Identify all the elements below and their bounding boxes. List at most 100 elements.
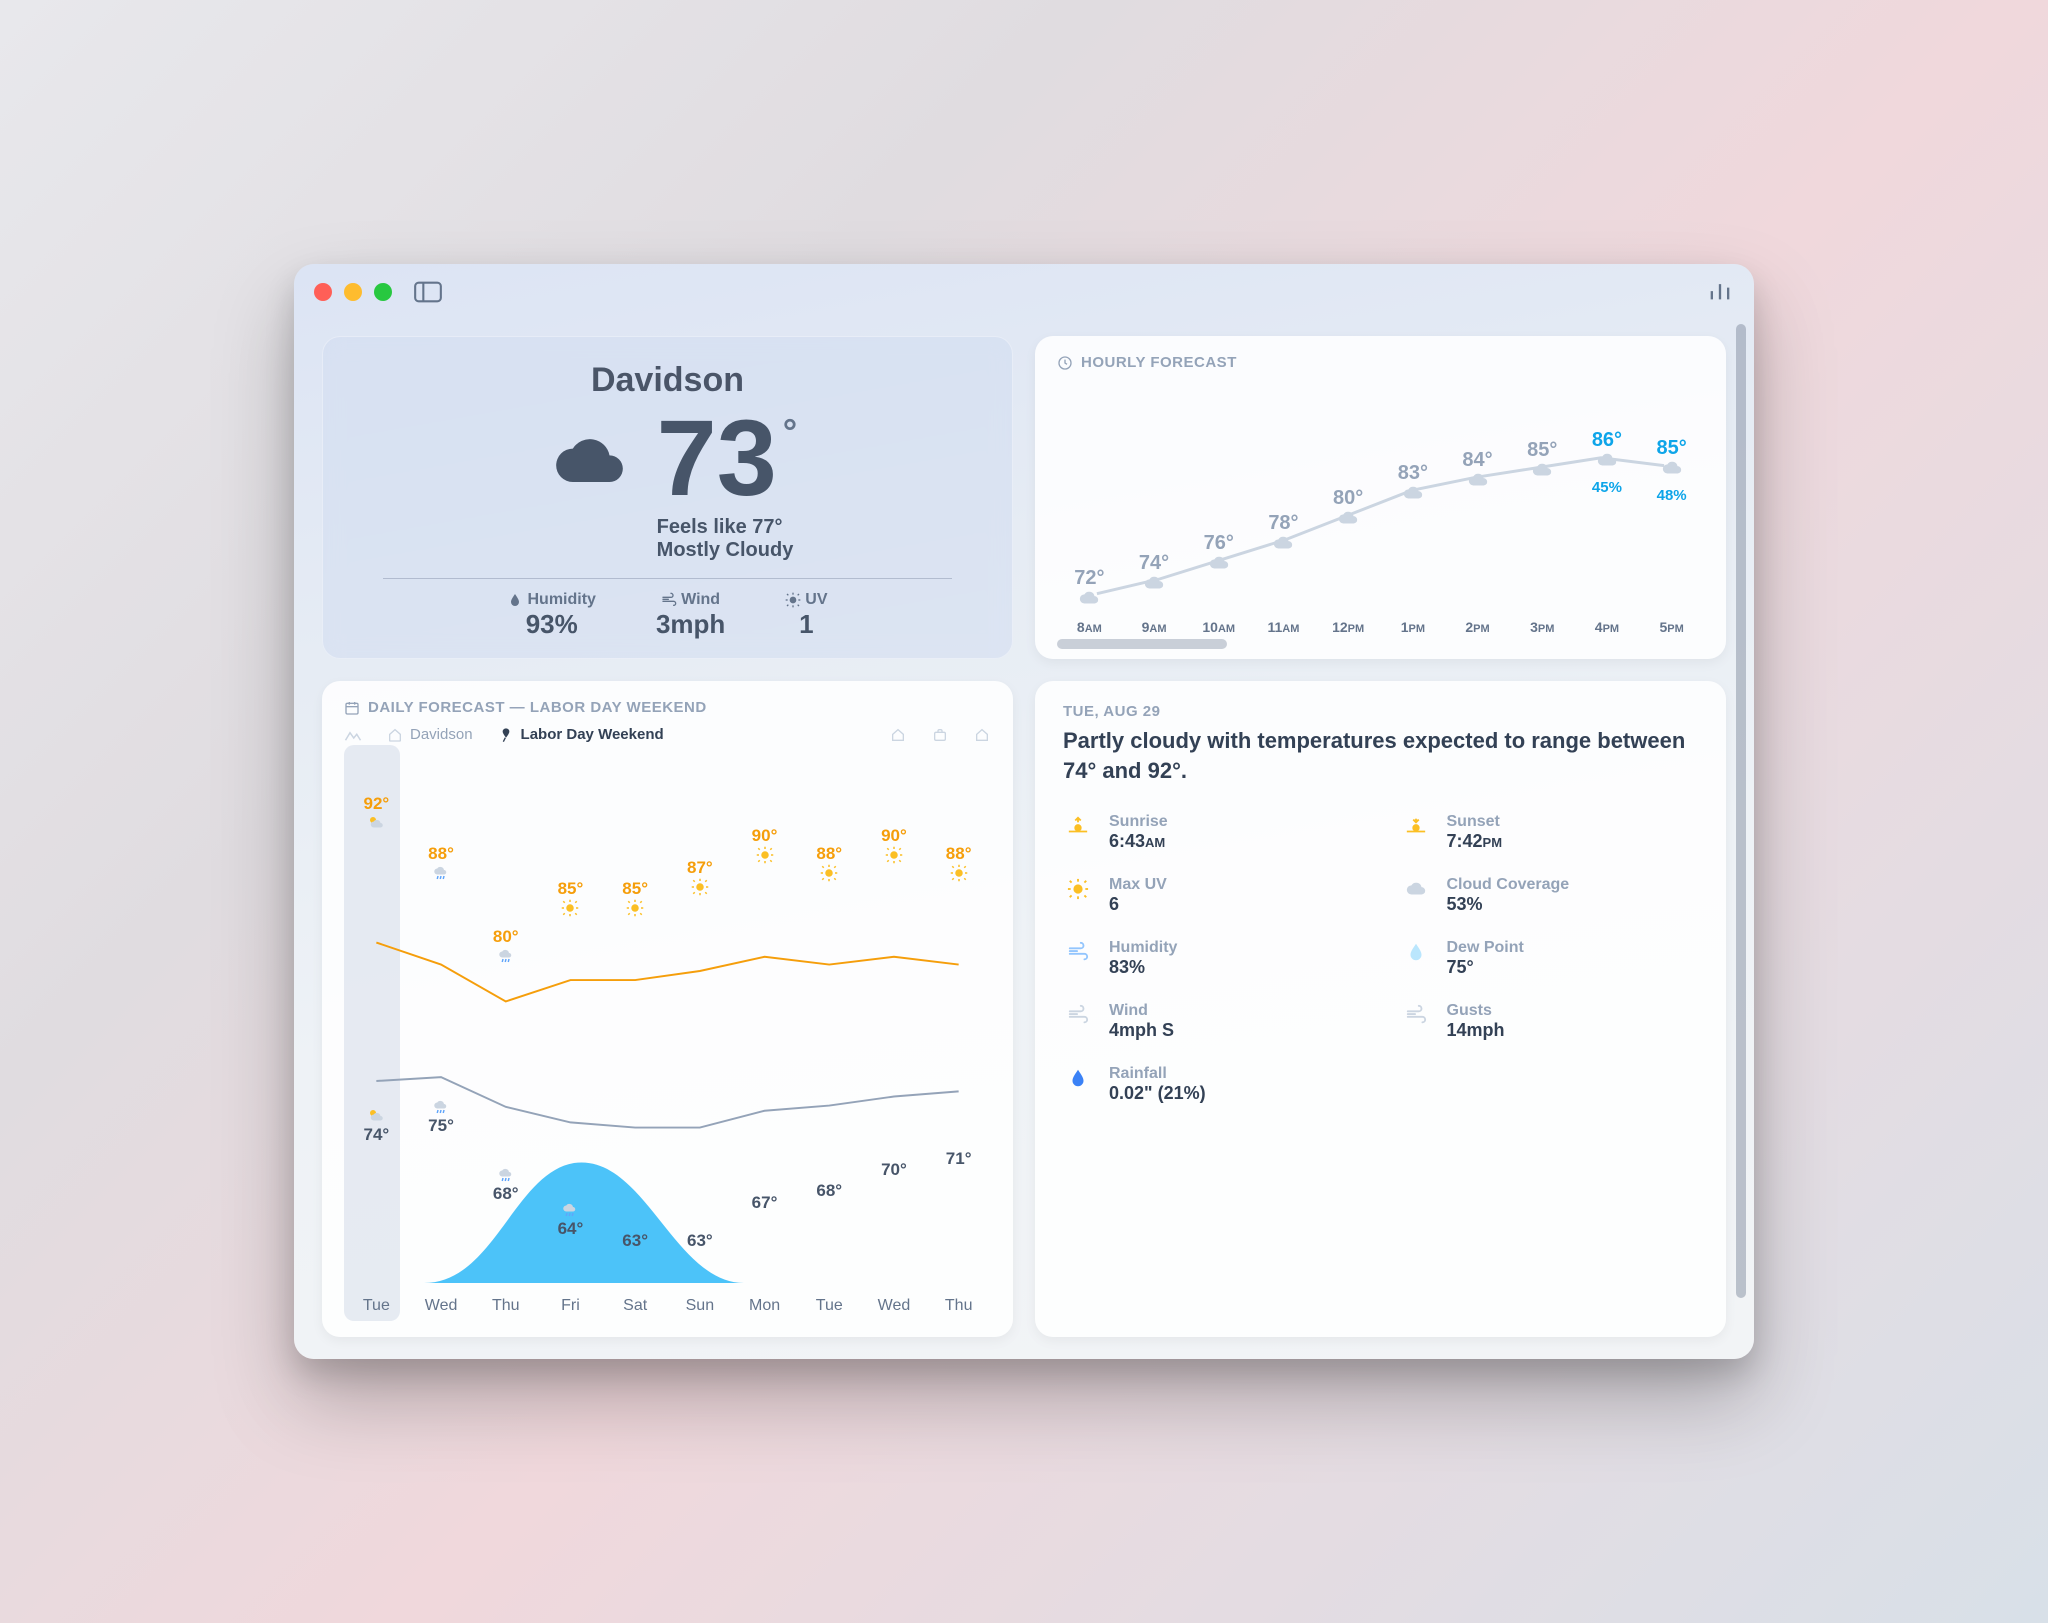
hour-precip: 48% [1639,487,1704,504]
divider [383,578,952,579]
daily-low-Mon[interactable]: 67° [732,1175,797,1213]
tab-mountains-icon[interactable] [344,727,362,743]
daily-high-Thu[interactable]: 88° [926,844,991,882]
sunrise-icon [1063,813,1093,837]
hour-col-3PM[interactable]: 85°3PM [1510,379,1575,635]
detail-date: TUE, AUG 29 [1063,703,1698,720]
day-label-Tue[interactable]: Tue [344,1297,409,1315]
feels-like: Feels like 77° [657,516,794,539]
hour-time: 1PM [1381,619,1446,635]
location-name: Davidson [363,361,972,400]
dewpoint-icon [1401,939,1431,963]
daily-forecast-card: DAILY FORECAST — LABOR DAY WEEKEND David… [322,681,1013,1337]
daily-high-Sat[interactable]: 85° [603,879,668,917]
tab-location[interactable]: Davidson [386,726,473,743]
daily-low-Sat[interactable]: 63° [603,1213,668,1251]
close-window-button[interactable] [314,283,332,301]
current-conditions-card: Davidson 73° Feels like 77° Mostly Cloud… [322,336,1013,659]
hour-time: 2PM [1445,619,1510,635]
content-area: Davidson 73° Feels like 77° Mostly Cloud… [294,320,1754,1359]
hour-time: 5PM [1639,619,1704,635]
detail-cloud-coverage: Cloud Coverage53% [1401,876,1699,915]
wind-icon [1063,1002,1093,1026]
day-label-Wed[interactable]: Wed [409,1297,474,1315]
daily-tabs: Davidson Labor Day Weekend [344,726,991,743]
hour-time: 9AM [1122,619,1187,635]
hour-time: 8AM [1057,619,1122,635]
hourly-scrollbar[interactable] [1057,639,1704,649]
tab-event[interactable]: Labor Day Weekend [497,726,664,743]
vertical-scrollbar[interactable] [1736,324,1746,1339]
tab-home-icon-2[interactable] [973,727,991,743]
daily-low-Wed[interactable]: 70° [862,1142,927,1180]
cloud-icon [1334,507,1362,534]
day-label-Thu[interactable]: Thu [926,1297,991,1315]
daily-high-Mon[interactable]: 90° [732,826,797,864]
current-temperature: 73° [657,404,794,512]
detail-sunrise: Sunrise6:43AM [1063,813,1361,852]
uv-metric: UV 1 [785,591,827,640]
hour-time: 3PM [1510,619,1575,635]
detail-dew-point: Dew Point75° [1401,939,1699,978]
day-label-Thu[interactable]: Thu [473,1297,538,1315]
titlebar [294,264,1754,320]
cloud-icon [1658,457,1686,484]
chart-view-button[interactable] [1706,279,1734,306]
hour-col-12PM[interactable]: 80°12PM [1316,379,1381,635]
tab-briefcase-icon[interactable] [931,727,949,743]
daily-high-Sun[interactable]: 87° [668,858,733,896]
day-label-Sun[interactable]: Sun [668,1297,733,1315]
daily-low-Thu[interactable]: 71° [926,1131,991,1169]
detail-wind: Wind4mph S [1063,1002,1361,1041]
hour-col-4PM[interactable]: 86°45%4PM [1575,379,1640,635]
hour-col-5PM[interactable]: 85°48%5PM [1639,379,1704,635]
day-label-Fri[interactable]: Fri [538,1297,603,1315]
cloud-icon [1140,572,1168,599]
clock-icon [1057,355,1073,371]
daily-high-Wed[interactable]: 90° [862,826,927,864]
traffic-lights [314,283,392,301]
sunset-icon [1401,813,1431,837]
day-label-Wed[interactable]: Wed [862,1297,927,1315]
hourly-chart[interactable]: 72°8AM74°9AM76°10AM78°11AM80°12PM83°1PM8… [1057,379,1704,635]
daily-low-Thu[interactable]: 68° [473,1166,538,1204]
daily-high-Tue[interactable]: 88° [797,844,862,882]
hourly-header: HOURLY FORECAST [1057,354,1704,371]
hour-col-10AM[interactable]: 76°10AM [1186,379,1251,635]
daily-low-Fri[interactable]: 64° [538,1201,603,1239]
minimize-window-button[interactable] [344,283,362,301]
hour-col-9AM[interactable]: 74°9AM [1122,379,1187,635]
daily-high-Tue[interactable]: 92° [344,794,409,832]
condition-text: Mostly Cloudy [657,539,794,562]
day-label-Sat[interactable]: Sat [603,1297,668,1315]
gusts-icon [1401,1002,1431,1026]
hour-time: 10AM [1186,619,1251,635]
daily-low-Sun[interactable]: 63° [668,1213,733,1251]
daily-low-Tue[interactable]: 74° [344,1107,409,1145]
daily-high-Thu[interactable]: 80° [473,927,538,965]
current-condition-icon [542,404,637,507]
detail-gusts: Gusts14mph [1401,1002,1699,1041]
wind-metric: Wind 3mph [656,591,725,640]
daily-high-Fri[interactable]: 85° [538,879,603,917]
day-label-Tue[interactable]: Tue [797,1297,862,1315]
maximize-window-button[interactable] [374,283,392,301]
cloud-icon [1593,449,1621,476]
hour-col-1PM[interactable]: 83°1PM [1381,379,1446,635]
day-label-Mon[interactable]: Mon [732,1297,797,1315]
cloud-icon [1401,876,1431,900]
sidebar-toggle-button[interactable] [414,281,442,303]
hour-col-8AM[interactable]: 72°8AM [1057,379,1122,635]
detail-humidity: Humidity83% [1063,939,1361,978]
hour-col-2PM[interactable]: 84°2PM [1445,379,1510,635]
daily-header: DAILY FORECAST — LABOR DAY WEEKEND [344,699,991,716]
daily-chart[interactable]: TueWedThuFriSatSunMonTueWedThu 92°74°88°… [344,759,991,1315]
daily-low-Tue[interactable]: 68° [797,1163,862,1201]
calendar-icon [344,700,360,716]
hour-precip: 45% [1575,479,1640,496]
daily-low-Wed[interactable]: 75° [409,1098,474,1136]
tab-home-icon-1[interactable] [889,727,907,743]
daily-high-Wed[interactable]: 88° [409,844,474,882]
hour-col-11AM[interactable]: 78°11AM [1251,379,1316,635]
cloud-icon [1075,587,1103,614]
